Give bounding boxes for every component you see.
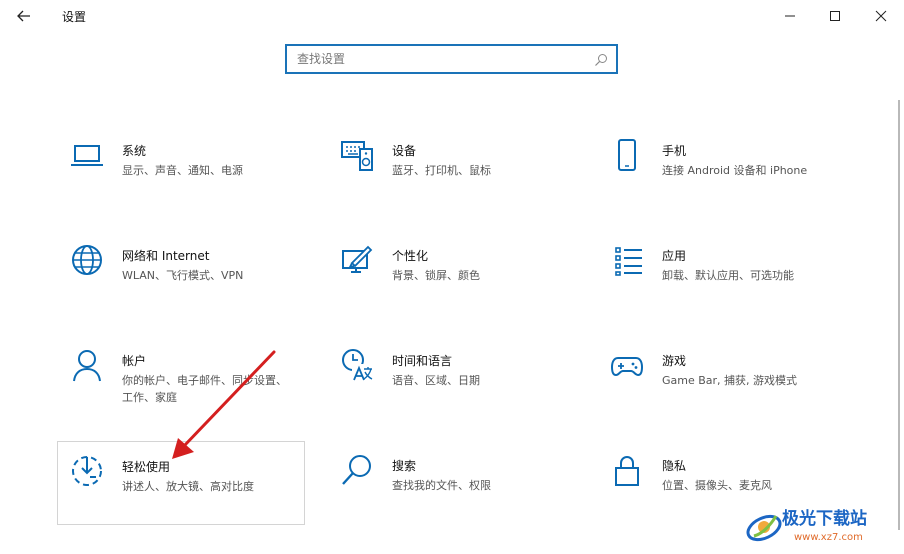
- time-language-icon: [342, 349, 373, 381]
- phone-icon: [618, 139, 636, 171]
- tile-description: 卸载、默认应用、可选功能: [662, 269, 794, 282]
- maximize-icon: [830, 11, 840, 21]
- tile-description: 显示、声音、通知、电源: [122, 164, 243, 177]
- watermark-url: www.xz7.com: [794, 532, 863, 543]
- tile-name: 个性化: [392, 249, 429, 263]
- tile-name: 隐私: [662, 459, 687, 473]
- tile-gaming[interactable]: 游戏 Game Bar, 捕获, 游戏模式: [598, 342, 846, 426]
- back-arrow-icon: [17, 10, 30, 22]
- tile-apps[interactable]: 应用 卸载、默认应用、可选功能: [598, 237, 846, 321]
- maximize-button[interactable]: [821, 4, 849, 28]
- tile-name: 系统: [122, 144, 147, 158]
- tile-name: 应用: [662, 249, 687, 263]
- tile-search[interactable]: 搜索 查找我的文件、权限: [328, 447, 576, 531]
- ease-of-access-icon: [72, 456, 102, 486]
- tile-description: Game Bar, 捕获, 游戏模式: [662, 374, 798, 387]
- tile-network[interactable]: 网络和 Internet WLAN、飞行模式、VPN: [58, 237, 306, 321]
- tile-phone[interactable]: 手机 连接 Android 设备和 iPhone: [598, 132, 846, 216]
- watermark-text: 极光下载站: [782, 509, 867, 529]
- tile-description: 连接 Android 设备和 iPhone: [662, 164, 808, 177]
- laptop-icon: [71, 145, 103, 166]
- tile-name: 网络和 Internet: [122, 249, 210, 263]
- watermark: 极光下载站 www.xz7.com: [744, 504, 894, 548]
- minimize-icon: [785, 15, 795, 17]
- minimize-button[interactable]: [776, 4, 804, 28]
- tile-name: 搜索: [392, 459, 417, 473]
- tile-accounts[interactable]: 帐户 你的帐户、电子邮件、同步设置、工作、家庭: [58, 342, 306, 426]
- watermark-logo-icon: [746, 514, 782, 542]
- tile-name: 轻松使用: [122, 460, 171, 474]
- globe-icon: [72, 245, 102, 275]
- tile-description: 查找我的文件、权限: [392, 479, 491, 492]
- lock-icon: [615, 456, 639, 486]
- search-input[interactable]: [287, 46, 587, 72]
- tile-devices[interactable]: 设备 蓝牙、打印机、鼠标: [328, 132, 576, 216]
- scrollbar[interactable]: [898, 100, 900, 530]
- tile-description: WLAN、飞行模式、VPN: [122, 269, 244, 282]
- tile-description: 语音、区域、日期: [392, 374, 480, 387]
- title-bar: 设置: [0, 0, 904, 32]
- back-button[interactable]: [10, 4, 38, 28]
- person-icon: [73, 350, 101, 382]
- close-icon: [875, 10, 887, 22]
- search-box[interactable]: [285, 44, 618, 74]
- window-title: 设置: [62, 10, 87, 24]
- tile-description: 你的帐户、电子邮件、同步设置、工作、家庭: [122, 374, 287, 404]
- paint-brush-icon: [342, 245, 373, 273]
- tile-ease-of-access[interactable]: 轻松使用 讲述人、放大镜、高对比度: [57, 441, 305, 525]
- tile-description: 蓝牙、打印机、鼠标: [392, 164, 491, 177]
- tile-description: 背景、锁屏、颜色: [392, 269, 480, 282]
- search-icon[interactable]: [594, 52, 608, 71]
- apps-list-icon: [615, 247, 642, 276]
- tile-name: 帐户: [122, 354, 147, 368]
- tile-name: 游戏: [662, 354, 687, 368]
- tile-personalization[interactable]: 个性化 背景、锁屏、颜色: [328, 237, 576, 321]
- tile-system[interactable]: 系统 显示、声音、通知、电源: [58, 132, 306, 216]
- tile-time-language[interactable]: 时间和语言 语音、区域、日期: [328, 342, 576, 426]
- tile-description: 位置、摄像头、麦克风: [662, 479, 772, 492]
- gamepad-icon: [610, 357, 644, 377]
- close-button[interactable]: [867, 4, 895, 28]
- magnifier-icon: [342, 455, 371, 485]
- tile-name: 时间和语言: [392, 354, 453, 368]
- tile-name: 设备: [392, 144, 417, 158]
- keyboard-speaker-icon: [341, 141, 373, 171]
- tile-name: 手机: [662, 144, 687, 158]
- tile-description: 讲述人、放大镜、高对比度: [122, 480, 254, 493]
